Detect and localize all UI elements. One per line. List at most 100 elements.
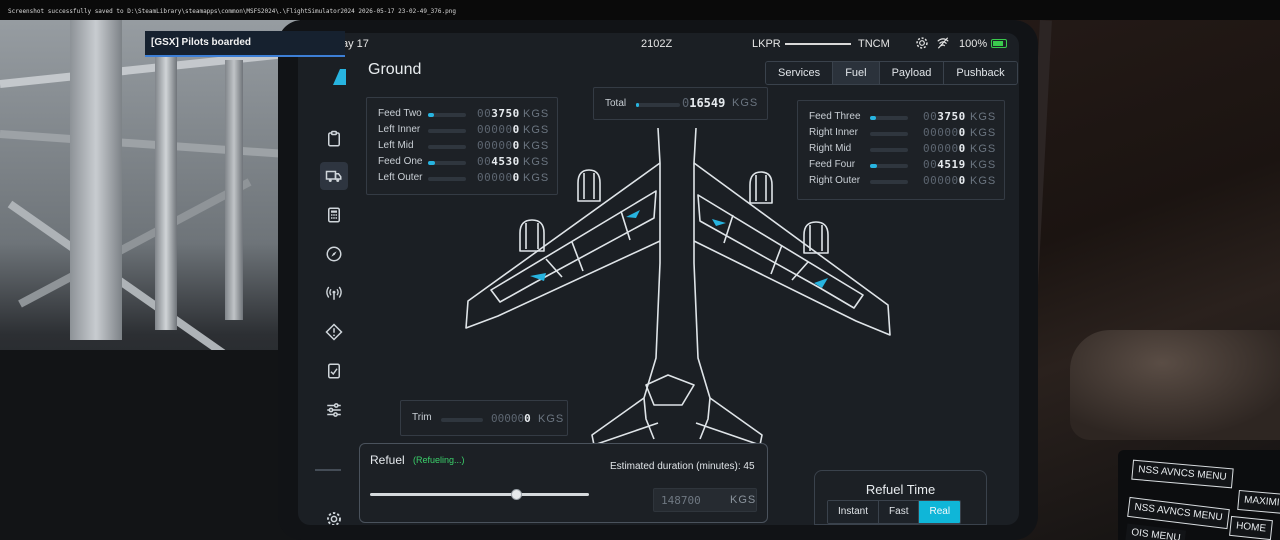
refuel-slider[interactable] — [370, 489, 589, 500]
refuel-real-button[interactable]: Real — [919, 501, 961, 523]
refuel-time-title: Refuel Time — [865, 482, 936, 497]
trim-level-bar — [441, 418, 483, 422]
total-value: 016549 — [682, 96, 726, 110]
right-outer-engine — [803, 221, 829, 254]
sidebar — [298, 55, 358, 525]
refuel-instant-button[interactable]: Instant — [828, 501, 880, 523]
total-label: Total — [605, 98, 627, 109]
departure-airport: LKPR — [752, 38, 781, 50]
right-wing-outline — [693, 162, 891, 336]
refuel-target-unit: KGS — [730, 494, 757, 506]
clipboard-icon[interactable] — [320, 125, 348, 153]
settings-icon[interactable] — [320, 505, 348, 525]
refuel-panel: Refuel (Refueling...) Estimated duration… — [359, 443, 768, 523]
route-progress-line — [785, 43, 851, 45]
tank-level-bar — [428, 113, 466, 117]
tank-unit: KGS — [523, 108, 550, 120]
refuel-time-options: Instant Fast Real — [827, 500, 962, 524]
tank-level-fill — [428, 113, 434, 117]
home-button[interactable]: HOME — [1229, 515, 1273, 540]
nss-avncs-menu-button[interactable]: NSS AVNCS MENU — [1131, 459, 1234, 489]
trim-unit: KGS — [538, 413, 565, 425]
left-inner-fuel-fill — [626, 210, 640, 218]
right-inner-engine — [749, 171, 773, 204]
gsx-notification: [GSX] Pilots boarded — [145, 31, 345, 57]
total-level-bar — [636, 103, 680, 107]
total-level-fill — [636, 103, 639, 107]
tank-value: 000000 — [923, 142, 966, 155]
fuselage-outline — [643, 127, 711, 440]
right-inner-fuel-fill — [712, 219, 726, 226]
warning-icon[interactable] — [320, 318, 348, 346]
refuel-title: Refuel — [370, 453, 405, 467]
tank-name: Left Outer — [378, 172, 423, 183]
refuel-target-input[interactable]: 148700 KGS — [653, 488, 757, 512]
tank-unit: KGS — [970, 127, 997, 139]
compass-icon[interactable] — [320, 240, 348, 268]
right-tank-outlines — [697, 194, 864, 309]
cockpit-display-panel: NSS AVNCS MENU MAXIMI NSS AVNCS MENU HOM… — [1118, 450, 1280, 540]
tank-unit: KGS — [970, 111, 997, 123]
left-feed-fuel-fill — [530, 273, 546, 281]
left-wing-outline — [465, 162, 661, 329]
trim-value: 000000 — [491, 412, 531, 425]
nss-avncs-menu-button-2[interactable]: NSS AVNCS MENU — [1127, 496, 1230, 530]
tank-unit: KGS — [970, 175, 997, 187]
sliders-icon[interactable] — [320, 396, 348, 424]
tank-name: Feed One — [378, 156, 423, 167]
tank-value: 000000 — [923, 174, 966, 187]
tab-services[interactable]: Services — [766, 62, 834, 84]
tank-name: Left Mid — [378, 140, 414, 151]
tank-unit: KGS — [970, 143, 997, 155]
left-inner-engine — [577, 169, 601, 202]
pilot-seat — [1070, 330, 1280, 440]
tail-outline — [591, 374, 763, 443]
page-title: Ground — [368, 61, 422, 78]
hangar-pillar — [155, 40, 177, 330]
gear-icon[interactable] — [915, 36, 929, 50]
tank-value: 003750 — [923, 110, 966, 123]
tank-level-fill — [428, 161, 435, 165]
refuel-target-value: 148700 — [661, 494, 701, 507]
cockpit-shadow — [0, 350, 300, 540]
refuel-slider-handle[interactable] — [511, 489, 522, 500]
refuel-time-panel: Refuel Time Instant Fast Real — [814, 470, 987, 525]
arrival-airport: TNCM — [858, 38, 890, 50]
refuel-fast-button[interactable]: Fast — [879, 501, 920, 523]
status-bar: ay 17 2102Z LKPR TNCM 100% — [298, 33, 1019, 55]
tab-pushback[interactable]: Pushback — [944, 62, 1017, 84]
ois-menu-button[interactable]: OIS MENU — [1125, 523, 1187, 540]
tank-value: 004519 — [923, 158, 966, 171]
calculator-icon[interactable] — [320, 201, 348, 229]
aircraft-fuel-diagram — [465, 127, 891, 443]
refuel-status: (Refueling...) — [413, 455, 465, 465]
estimated-duration: Estimated duration (minutes): 45 — [610, 461, 755, 472]
tank-name: Feed Two — [378, 108, 422, 119]
tank-unit: KGS — [970, 159, 997, 171]
tank-level-bar — [870, 116, 908, 120]
hangar-beam — [0, 130, 300, 159]
tank-row: Feed Two 003750 KGS — [367, 107, 557, 122]
tank-value: 003750 — [477, 107, 520, 120]
no-signal-icon — [937, 37, 949, 49]
sidebar-divider — [315, 469, 341, 471]
hangar-pillar — [225, 60, 243, 320]
tab-fuel[interactable]: Fuel — [833, 62, 880, 84]
maximize-button[interactable]: MAXIMI — [1237, 489, 1280, 515]
battery-percentage: 100% — [959, 38, 988, 50]
zulu-time: 2102Z — [641, 38, 673, 50]
checklist-icon[interactable] — [320, 357, 348, 385]
trim-label: Trim — [412, 412, 432, 423]
hangar-background — [0, 0, 300, 540]
radio-signal-icon[interactable] — [320, 279, 348, 307]
date-label: ay 17 — [342, 38, 369, 50]
left-outer-engine — [519, 219, 545, 252]
total-fuel-panel: Total 016549 KGS — [593, 87, 768, 120]
hangar-pillar — [70, 20, 122, 340]
logo-icon — [333, 69, 346, 85]
battery-icon — [991, 39, 1007, 48]
tab-payload[interactable]: Payload — [879, 62, 945, 84]
truck-icon[interactable] — [320, 162, 348, 190]
total-unit: KGS — [732, 97, 759, 109]
tank-value: 000000 — [923, 126, 966, 139]
